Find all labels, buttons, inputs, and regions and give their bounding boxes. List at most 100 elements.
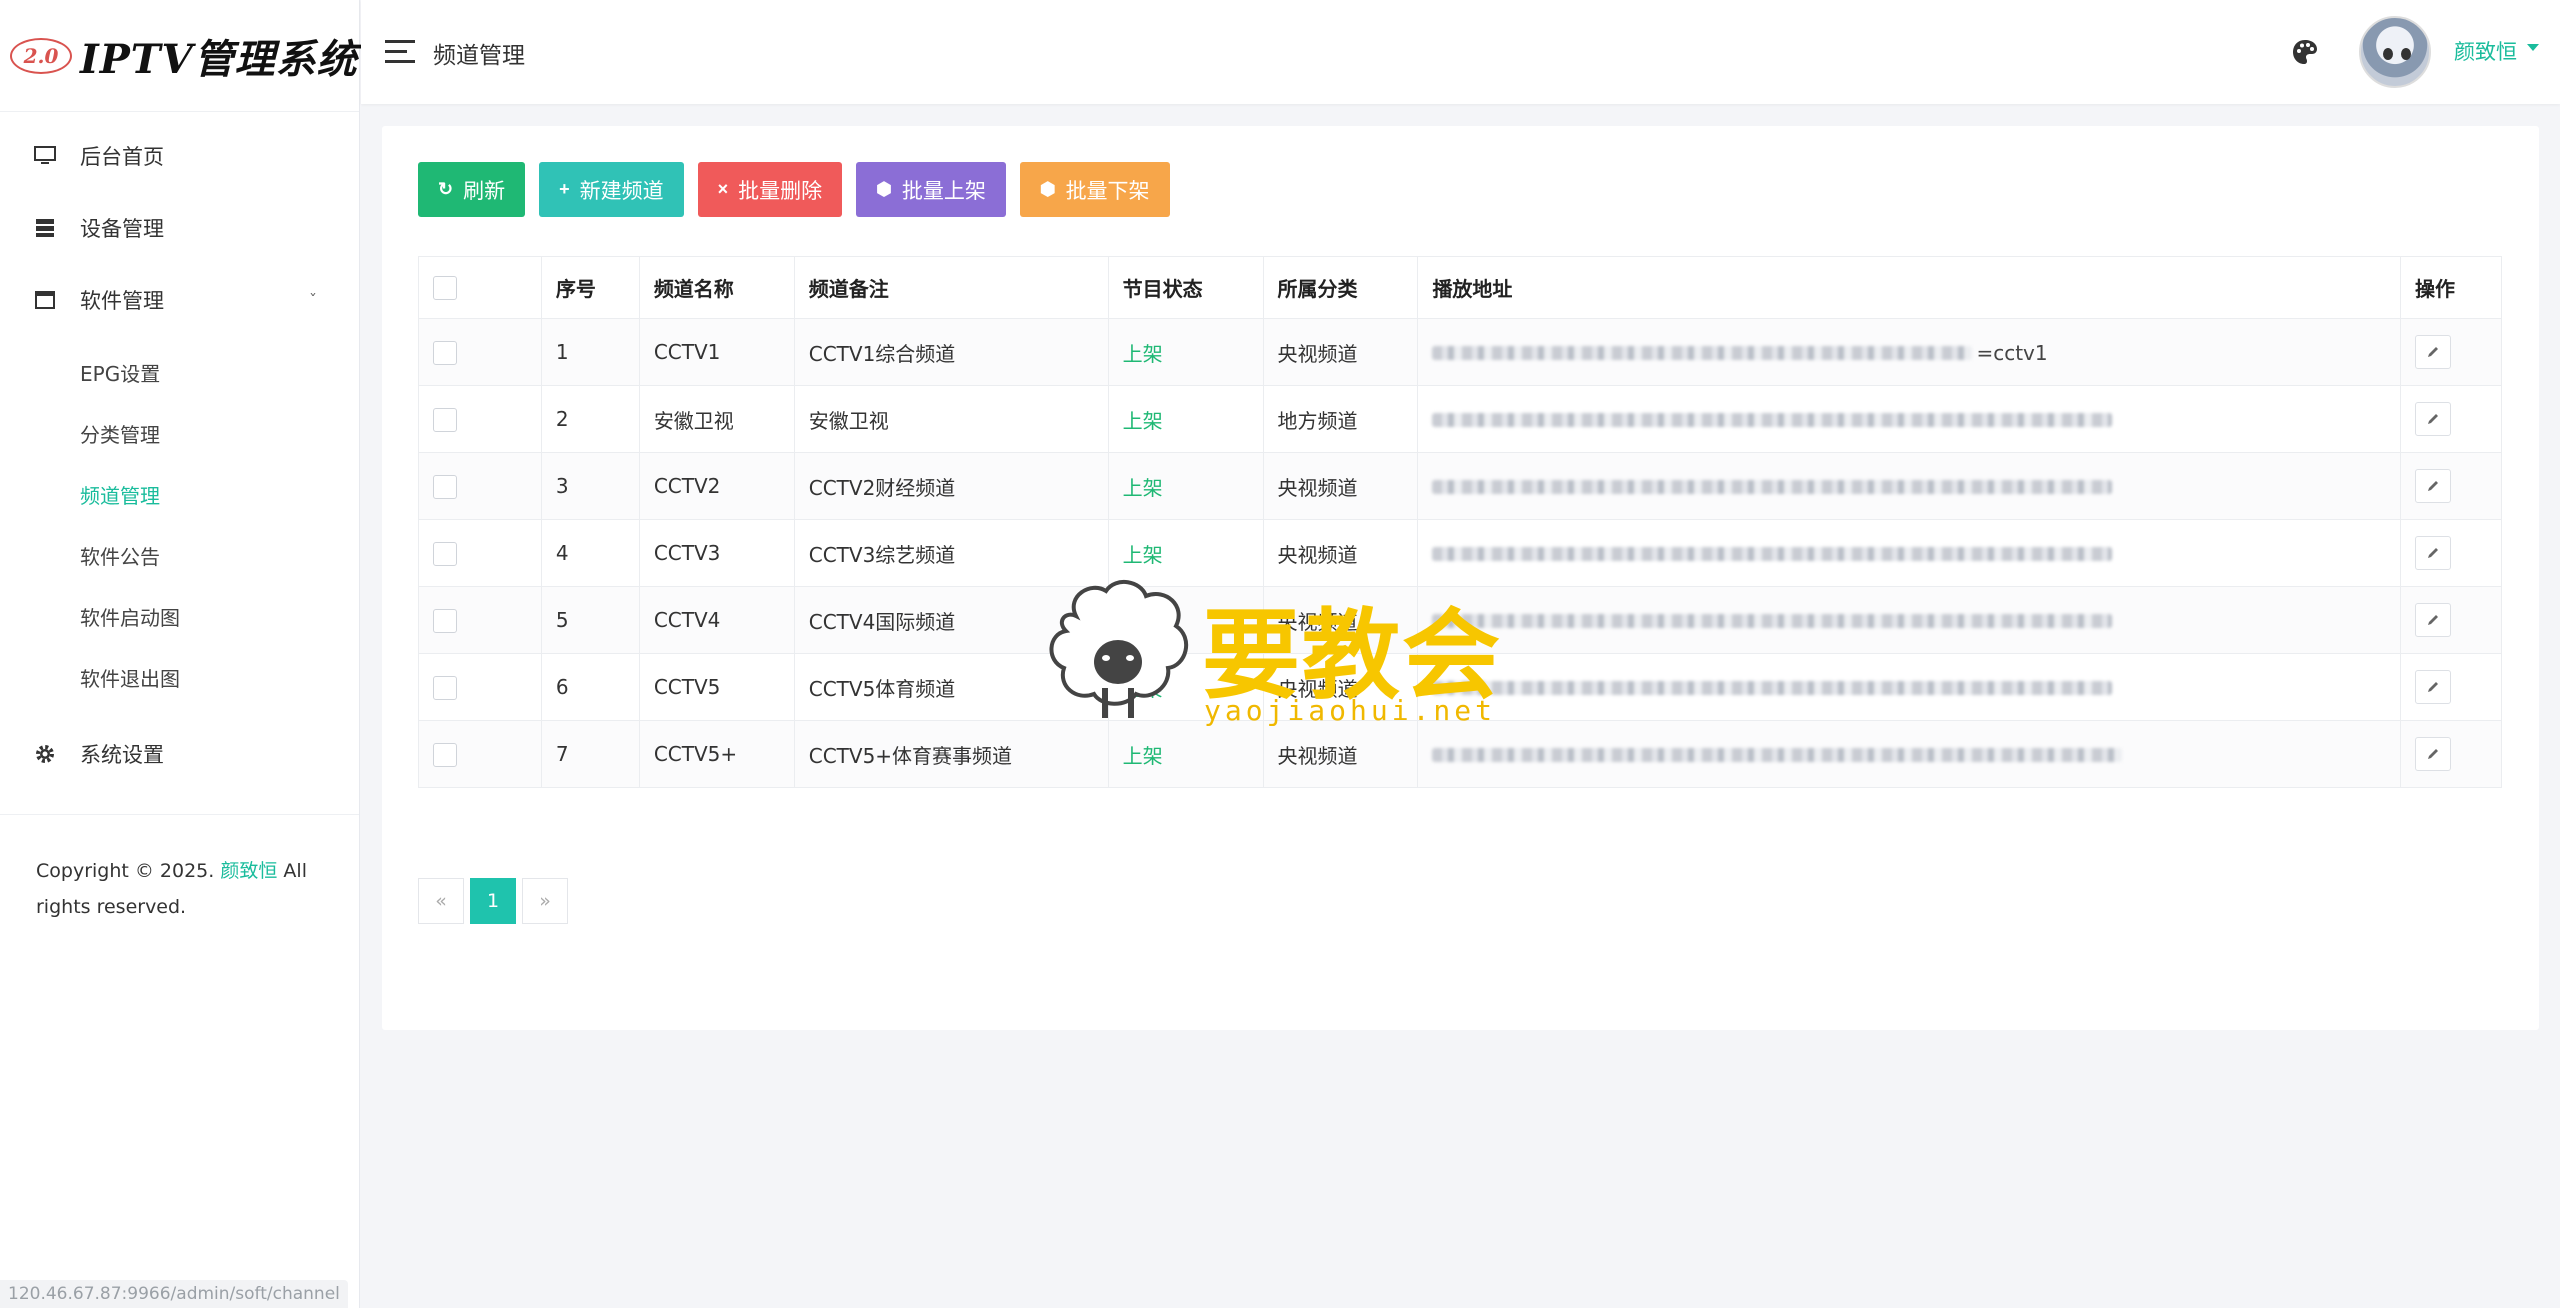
status-bar-url: 120.46.67.87:9966/admin/soft/channel (0, 1280, 348, 1308)
menu-toggle-icon[interactable] (385, 40, 415, 64)
sidebar-item-channel[interactable]: 频道管理 (0, 464, 359, 525)
cell-category: 央视频道 (1262, 720, 1419, 788)
copyright-author-link[interactable]: 颜致恒 (220, 860, 277, 882)
row-checkbox[interactable] (433, 340, 457, 365)
sidebar-item-label: 系统设置 (80, 743, 164, 767)
select-all-cell (418, 256, 542, 319)
cell-channel-name: CCTV5 (638, 653, 795, 721)
cell-play-url (1417, 586, 2401, 654)
edit-button[interactable] (2415, 335, 2451, 369)
sidebar-item-devices[interactable]: 设备管理 (0, 192, 359, 264)
channel-table: 序号 频道名称 频道备注 节目状态 所属分类 播放地址 操作 1 CCTV1 CCT… (418, 256, 2502, 788)
row-checkbox[interactable] (433, 742, 457, 767)
logo-badge: 2.0 (10, 37, 72, 74)
pencil-icon (2428, 749, 2438, 759)
blurred-url (1432, 613, 2113, 628)
edit-button[interactable] (2415, 670, 2451, 704)
batch-up-button[interactable]: ⬢ 批量上架 (856, 162, 1006, 217)
cell-status: 上架 (1107, 318, 1264, 386)
cell-channel-name: CCTV2 (638, 452, 795, 520)
batch-delete-button-label: 批量删除 (738, 179, 823, 203)
server-icon (34, 217, 56, 239)
pagination-page[interactable]: 1 (470, 878, 516, 924)
avatar[interactable] (2359, 16, 2431, 88)
logo-text: IPTV管理系统 (80, 35, 358, 83)
theme-palette-icon[interactable] (2291, 38, 2319, 66)
cell-no: 7 (540, 720, 640, 788)
copyright: Copyright © 2025. 颜致恒 All rights reserve… (0, 815, 359, 925)
cell-category: 央视频道 (1262, 318, 1419, 386)
cell-channel-note: 安徽卫视 (793, 385, 1109, 453)
refresh-button-label: 刷新 (463, 179, 506, 203)
table-row: 4 CCTV3 CCTV3综艺频道 上架 央视频道 (418, 519, 2502, 587)
sidebar-item-dashboard[interactable]: 后台首页 (0, 120, 359, 192)
plus-icon: + (559, 179, 570, 199)
cell-category: 央视频道 (1262, 653, 1419, 721)
sidebar-item-software[interactable]: 软件管理 ˇ (0, 264, 359, 336)
blurred-url (1432, 412, 2113, 427)
logo[interactable]: 2.0 IPTV管理系统 (0, 0, 359, 112)
pagination-prev[interactable]: « (418, 878, 464, 924)
copyright-prefix: Copyright © 2025. (36, 860, 215, 882)
row-checkbox[interactable] (433, 675, 457, 700)
cell-actions (2400, 519, 2502, 587)
cell-channel-name: CCTV5+ (638, 720, 795, 788)
cell-play-url (1417, 720, 2401, 788)
channel-panel: ↻ 刷新 + 新建频道 × 批量删除 ⬢ 批量上架 ⬢ 批量下架 序号 频道名称… (382, 126, 2539, 1030)
cell-no: 2 (540, 385, 640, 453)
caret-down-icon[interactable] (2527, 44, 2539, 51)
row-checkbox[interactable] (433, 608, 457, 633)
sidebar-menu: 后台首页 设备管理 软件管理 ˇ (0, 120, 359, 336)
row-checkbox[interactable] (433, 541, 457, 566)
table-row: 2 安徽卫视 安徽卫视 上架 地方频道 (418, 385, 2502, 453)
cell-actions (2400, 318, 2502, 386)
cell-no: 5 (540, 586, 640, 654)
batch-delete-button[interactable]: × 批量删除 (697, 162, 843, 217)
cell-status: 上架 (1107, 586, 1264, 654)
column-header: 频道名称 (638, 256, 795, 319)
select-all-checkbox[interactable] (433, 276, 457, 301)
column-header: 频道备注 (793, 256, 1109, 319)
row-select-cell (418, 385, 542, 453)
cell-channel-note: CCTV4国际频道 (793, 586, 1109, 654)
sidebar-item-splash[interactable]: 软件启动图 (0, 586, 359, 647)
pagination-next[interactable]: » (522, 878, 568, 924)
sidebar-item-epg[interactable]: EPG设置 (0, 342, 359, 403)
gear-icon (34, 743, 56, 765)
new-channel-button[interactable]: + 新建频道 (539, 162, 684, 217)
sidebar-item-notice[interactable]: 软件公告 (0, 525, 359, 586)
cell-play-url (1417, 452, 2401, 520)
cell-channel-name: CCTV1 (638, 318, 795, 386)
edit-button[interactable] (2415, 737, 2451, 771)
sidebar-item-label: 软件管理 (80, 289, 164, 313)
username-dropdown[interactable]: 颜致恒 (2454, 36, 2517, 66)
blurred-url (1432, 680, 2113, 695)
cube-icon: ⬢ (1039, 179, 1056, 199)
pagination: « 1 » (418, 878, 568, 924)
sidebar-item-settings[interactable]: 系统设置 (0, 718, 359, 790)
sidebar-menu-bottom: 系统设置 (0, 718, 359, 790)
cell-status: 上架 (1107, 720, 1264, 788)
cell-category: 央视频道 (1262, 519, 1419, 587)
refresh-button[interactable]: ↻ 刷新 (418, 162, 526, 217)
row-select-cell (418, 318, 542, 386)
table-row: 1 CCTV1 CCTV1综合频道 上架 央视频道 =cctv1 (418, 318, 2502, 386)
row-checkbox[interactable] (433, 474, 457, 499)
cell-category: 央视频道 (1262, 452, 1419, 520)
cell-no: 4 (540, 519, 640, 587)
blurred-url (1432, 479, 2113, 494)
table-header-row: 序号 频道名称 频道备注 节目状态 所属分类 播放地址 操作 (418, 256, 2502, 319)
sidebar: 2.0 IPTV管理系统 后台首页 设备管理 软件管理 ˇ EPG设置 分类管理… (0, 0, 360, 1308)
blurred-url (1432, 345, 1973, 360)
edit-button[interactable] (2415, 402, 2451, 436)
row-checkbox[interactable] (433, 407, 457, 432)
cell-channel-note: CCTV5体育频道 (793, 653, 1109, 721)
cell-play-url (1417, 385, 2401, 453)
edit-button[interactable] (2415, 469, 2451, 503)
sidebar-item-exit-image[interactable]: 软件退出图 (0, 647, 359, 708)
edit-button[interactable] (2415, 536, 2451, 570)
cell-actions (2400, 653, 2502, 721)
edit-button[interactable] (2415, 603, 2451, 637)
sidebar-item-category[interactable]: 分类管理 (0, 403, 359, 464)
batch-down-button[interactable]: ⬢ 批量下架 (1019, 162, 1170, 217)
